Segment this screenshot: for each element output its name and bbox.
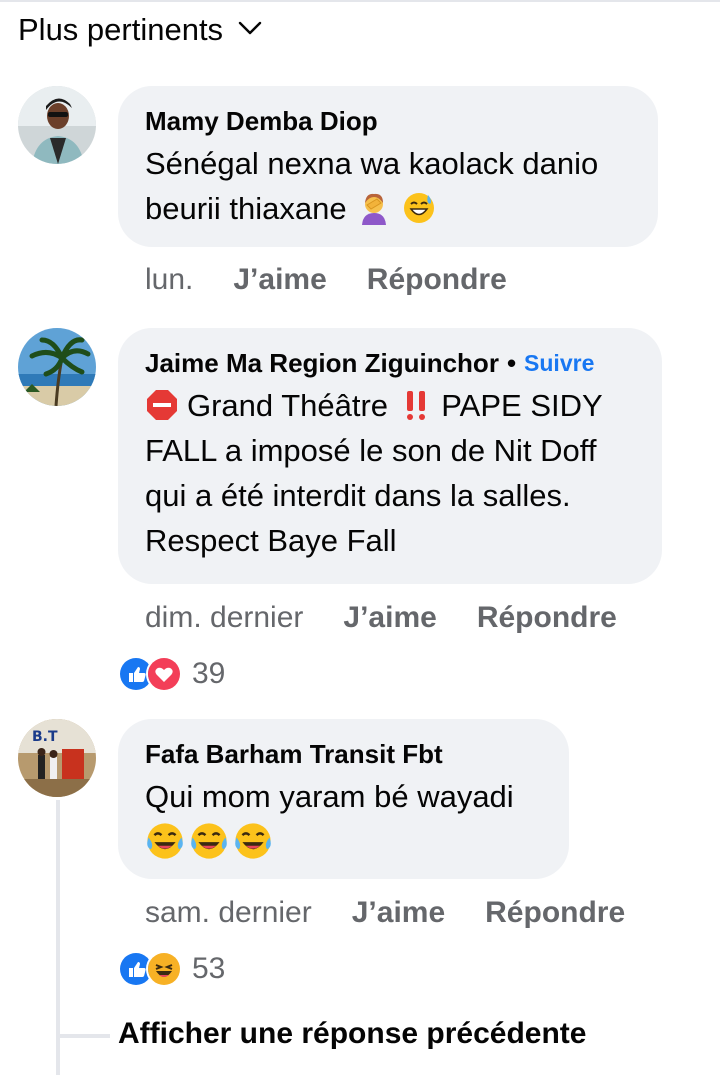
comment-author[interactable]: Fafa Barham Transit Fbt — [145, 736, 541, 772]
sweat-smile-emoji — [402, 191, 436, 225]
comment-author[interactable]: Mamy Demba Diop — [145, 103, 630, 139]
reply-button[interactable]: Répondre — [485, 896, 625, 930]
comment-bubble: Mamy Demba Diop Sénégal nexna wa kaolack… — [118, 86, 658, 247]
comment-text: Qui mom yaram bé wayadi — [145, 774, 541, 867]
comment-actions: sam. dernier J’aime Répondre — [145, 896, 625, 930]
reply-button[interactable]: Répondre — [367, 263, 507, 297]
like-button[interactable]: J’aime — [352, 896, 445, 930]
comment-time[interactable]: lun. — [145, 263, 193, 297]
avatar[interactable] — [18, 328, 96, 406]
chevron-down-icon — [237, 12, 263, 48]
sort-dropdown[interactable]: Plus pertinents — [18, 12, 263, 48]
love-reaction-icon — [146, 656, 182, 692]
joy-emoji — [145, 821, 185, 861]
facepalm-woman-emoji — [357, 191, 391, 225]
comment-text: Sénégal nexna wa kaolack danio beurii th… — [145, 146, 599, 226]
reaction-count: 53 — [192, 952, 226, 985]
joy-emoji — [189, 821, 229, 861]
comment-time[interactable]: dim. dernier — [145, 601, 303, 635]
follow-button[interactable]: Suivre — [524, 345, 594, 381]
sort-label: Plus pertinents — [18, 12, 224, 47]
joy-emoji — [233, 821, 273, 861]
comment-time[interactable]: sam. dernier — [145, 896, 312, 930]
top-divider — [0, 0, 720, 2]
comment-author[interactable]: Jaime Ma Region Ziguinchor — [145, 345, 499, 381]
stop-sign-emoji — [145, 388, 179, 422]
comment-text: Grand Théâtre PAPE SIDY FALL a imposé le… — [145, 388, 603, 558]
thread-branch — [56, 1034, 110, 1038]
comment-actions: dim. dernier J’aime Répondre — [145, 601, 617, 635]
separator-dot: • — [506, 348, 517, 378]
like-button[interactable]: J’aime — [233, 263, 326, 297]
haha-reaction-icon — [146, 951, 182, 987]
comment-bubble: Jaime Ma Region Ziguinchor • Suivre Gran… — [118, 328, 662, 584]
comment-bubble: Fafa Barham Transit Fbt Qui mom yaram bé… — [118, 719, 569, 879]
reactions-summary[interactable]: 53 — [118, 951, 225, 987]
like-button[interactable]: J’aime — [343, 601, 436, 635]
avatar[interactable]: B.T — [18, 719, 96, 797]
show-previous-reply-link[interactable]: Afficher une réponse précédente — [118, 1017, 586, 1051]
reactions-summary[interactable]: 39 — [118, 656, 225, 692]
double-exclamation-emoji — [399, 388, 433, 422]
avatar[interactable] — [18, 86, 96, 164]
comment-actions: lun. J’aime Répondre — [145, 263, 507, 297]
reply-button[interactable]: Répondre — [477, 601, 617, 635]
reaction-count: 39 — [192, 657, 226, 690]
avatar-logo-text: B.T — [32, 729, 58, 745]
